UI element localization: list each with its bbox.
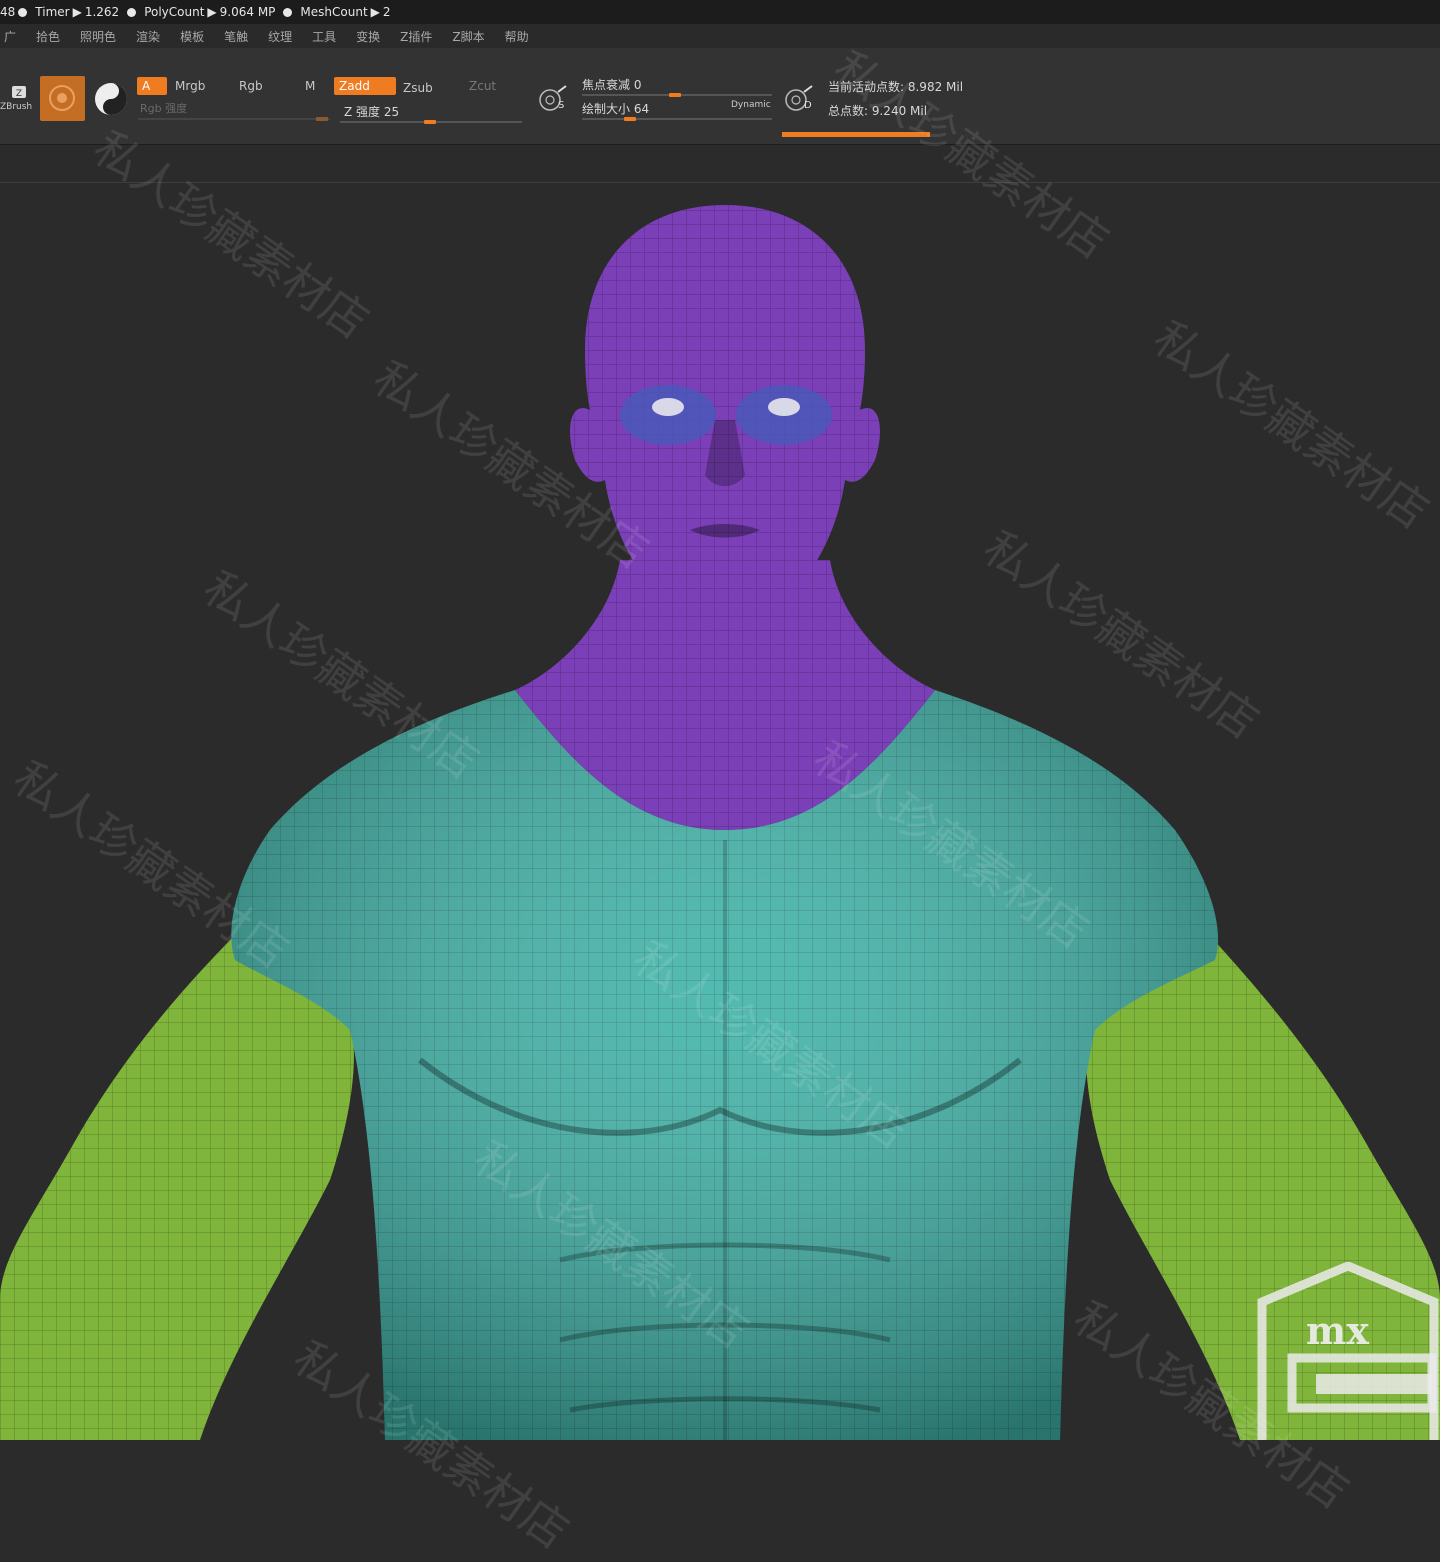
a-mode-button[interactable]: A xyxy=(137,77,167,95)
rgb-intensity-slider-knob[interactable] xyxy=(316,117,328,121)
top-toolbar: Z ZBrush A Mrgb Rgb M Zadd Zsub Zcut Rgb… xyxy=(0,48,1440,145)
draw-icon[interactable]: D xyxy=(782,84,816,120)
rgb-button[interactable]: Rgb xyxy=(234,77,268,95)
menu-item[interactable]: 变换 xyxy=(356,28,380,45)
menu-item[interactable]: Z插件 xyxy=(400,28,432,45)
dynamic-button[interactable]: Dynamic xyxy=(731,100,771,110)
status-fps: 48 xyxy=(0,5,28,19)
status-dot-icon xyxy=(18,7,28,17)
rgb-intensity-slider[interactable] xyxy=(138,118,330,120)
menu-item[interactable]: 照明色 xyxy=(80,28,116,45)
menu-item[interactable]: Z脚本 xyxy=(452,28,484,45)
menu-item[interactable]: 广 xyxy=(4,28,16,45)
status-timer: Timer ▶ 1.262 xyxy=(35,5,120,19)
menu-item[interactable]: 模板 xyxy=(180,28,204,45)
mrgb-button[interactable]: Mrgb xyxy=(170,77,210,95)
brush-selector-button[interactable] xyxy=(40,76,85,121)
mx-logo-text: mx xyxy=(1306,1308,1369,1353)
menu-item[interactable]: 工具 xyxy=(312,28,336,45)
menu-item[interactable]: 渲染 xyxy=(136,28,160,45)
menu-item[interactable]: 纹理 xyxy=(268,28,292,45)
focal-shift-icon[interactable]: S xyxy=(536,84,570,120)
z-intensity-label: Z 强度 25 xyxy=(344,105,400,119)
draw-size-slider[interactable] xyxy=(582,118,772,120)
status-meshcount: MeshCount ▶ 2 xyxy=(300,5,391,19)
viewport-canvas[interactable]: 私人珍藏素材店 私人珍藏素材店 私人珍藏素材店 私人珍藏素材店 私人珍藏素材店 … xyxy=(0,40,1440,1559)
focal-shift-slider-knob[interactable] xyxy=(669,93,681,97)
z-intensity-slider-knob[interactable] xyxy=(424,120,436,124)
status-dot-icon xyxy=(283,7,293,17)
zadd-button[interactable]: Zadd xyxy=(334,77,396,95)
m-button[interactable]: M xyxy=(300,77,320,95)
zsub-button[interactable]: Zsub xyxy=(398,79,438,97)
draw-size-label: 绘制大小 64 xyxy=(582,102,650,116)
status-polycount: PolyCount ▶ 9.064 MP xyxy=(144,5,276,19)
brush-icon xyxy=(49,85,75,111)
zcut-button[interactable]: Zcut xyxy=(464,77,501,95)
tool-icon[interactable]: Z ZBrush xyxy=(0,82,32,112)
rgb-intensity-label: Rgb 强度 xyxy=(140,102,188,115)
svg-text:Z: Z xyxy=(16,89,22,99)
menu-item[interactable]: 拾色 xyxy=(36,28,60,45)
menu-item[interactable]: 笔触 xyxy=(224,28,248,45)
status-bar: 48 Timer ▶ 1.262 PolyCount ▶ 9.064 MP MeshCo… xyxy=(0,0,1440,24)
menu-bar: 广 拾色 照明色 渲染 模板 笔触 纹理 工具 变换 Z插件 Z脚本 帮助 xyxy=(0,24,1440,48)
mx-logo: mx xyxy=(1256,1261,1440,1440)
focal-shift-label: 焦点衰减 0 xyxy=(582,78,642,92)
status-dot-icon xyxy=(127,7,137,17)
menu-item[interactable]: 帮助 xyxy=(505,28,529,45)
draw-size-slider-knob[interactable] xyxy=(624,117,636,121)
